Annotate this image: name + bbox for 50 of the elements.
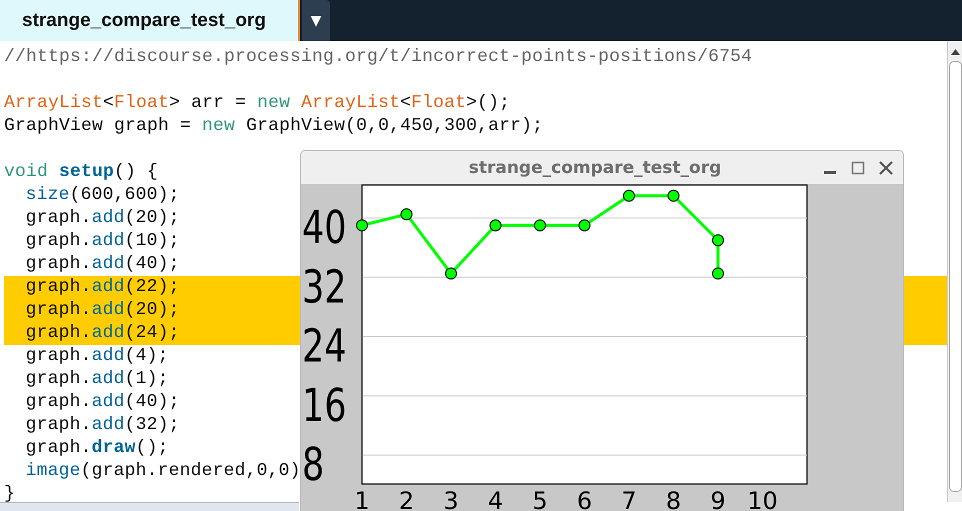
data-point <box>623 190 635 202</box>
data-point <box>400 208 412 220</box>
maximize-icon[interactable] <box>851 160 865 174</box>
code-line: graph.draw(); <box>24 438 169 458</box>
code-line: graph.add(20); <box>24 300 180 320</box>
y-axis-label: 16 <box>302 378 347 432</box>
vertical-scrollbar[interactable] <box>947 41 962 502</box>
x-axis-label: 9 <box>710 487 726 511</box>
data-point <box>534 219 546 232</box>
horizontal-scrollbar[interactable] <box>0 502 299 511</box>
data-point <box>356 219 368 232</box>
y-axis-label: 24 <box>302 318 347 373</box>
code-line: GraphView graph = new GraphView(0,0,450,300,arr); <box>4 116 544 136</box>
tab-menu-button[interactable]: ▼ <box>302 0 330 41</box>
code-line: graph.add(24); <box>24 323 180 343</box>
data-point <box>712 234 724 246</box>
close-icon[interactable] <box>879 160 893 174</box>
x-axis-label: 8 <box>666 487 682 511</box>
data-point <box>668 190 680 202</box>
code-line: graph.add(40); <box>24 254 180 274</box>
x-axis-label: 6 <box>576 487 592 511</box>
x-axis-label: 3 <box>443 487 459 511</box>
x-axis-label: 7 <box>621 487 637 511</box>
code-line: graph.add(32); <box>24 415 180 435</box>
scrollbar-thumb[interactable] <box>948 61 962 492</box>
code-line: graph.add(40); <box>24 392 180 412</box>
y-axis-label: 40 <box>302 200 347 254</box>
x-axis-label: 4 <box>488 487 504 511</box>
code-line: graph.add(10); <box>24 231 180 251</box>
code-line: ArrayList<Float> arr = new ArrayList<Float>(); <box>4 93 510 113</box>
x-axis-label: 1 <box>354 487 370 511</box>
code-line: size(600,600); <box>24 185 180 205</box>
code-line: graph.add(4); <box>24 346 169 366</box>
code-line: graph.add(20); <box>24 208 180 228</box>
file-tab[interactable]: strange_compare_test_org <box>0 0 300 41</box>
code-line: graph.add(22); <box>24 277 180 297</box>
data-point <box>490 219 502 232</box>
x-axis-label: 2 <box>398 487 414 511</box>
up-arrow-icon[interactable] <box>950 49 960 55</box>
y-axis-label: 8 <box>302 438 324 492</box>
code-line: } <box>4 484 16 504</box>
y-axis-label: 32 <box>302 260 347 314</box>
code-comment: //https://discourse.processing.org/t/incorrect-points-positions/6754 <box>4 47 752 67</box>
code-line: void setup() { <box>4 162 158 182</box>
x-axis-label: 5 <box>532 487 548 511</box>
code-line: graph.add(1); <box>24 369 169 389</box>
window-title: strange_compare_test_org <box>468 158 722 178</box>
data-point <box>578 219 590 232</box>
x-axis-label: 10 <box>747 487 778 511</box>
code-line: image(graph.rendered,0,0) <box>24 461 301 481</box>
